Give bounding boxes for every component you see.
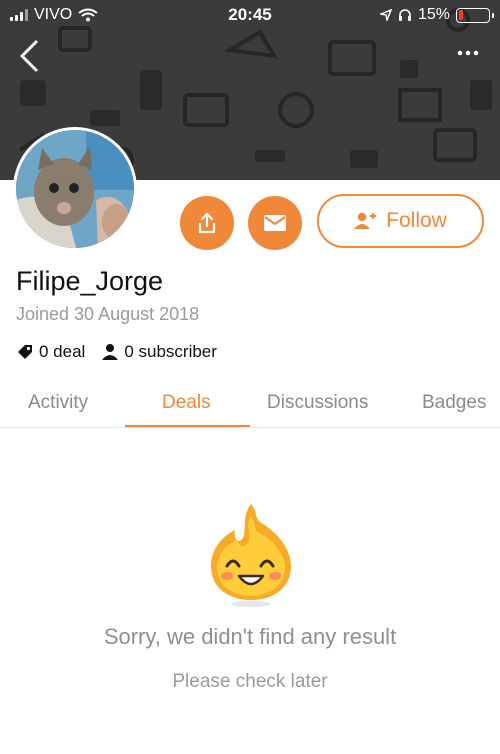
battery-icon — [456, 7, 494, 23]
headphones-icon — [398, 9, 411, 21]
profile-screen: VIVO 20:45 15% Follow Filipe_Jorge Joine… — [0, 0, 500, 754]
battery-fill — [458, 10, 464, 20]
status-right: 15% — [379, 6, 494, 24]
subscriber-stat: 0 subscriber — [101, 342, 217, 362]
profile-tabs: Activity Deals Discussions Badges — [0, 384, 500, 428]
person-icon — [102, 344, 119, 360]
follow-button[interactable]: Follow — [317, 194, 484, 248]
empty-state-title: Sorry, we didn't find any result — [103, 624, 397, 649]
username: Filipe_Jorge — [16, 266, 164, 296]
location-icon — [379, 9, 392, 21]
status-bar: VIVO 20:45 15% — [0, 0, 500, 30]
deal-stat: 0 deal — [16, 342, 85, 362]
tab-discussions[interactable]: Discussions — [267, 392, 368, 414]
add-person-icon — [354, 212, 377, 229]
battery-percent: 15% — [417, 6, 450, 23]
avatar-image — [16, 130, 134, 248]
empty-state-subtitle: Please check later — [172, 671, 328, 692]
tab-deals[interactable]: Deals — [162, 392, 211, 414]
envelope-icon — [264, 215, 286, 231]
tab-badges[interactable]: Badges — [422, 392, 486, 414]
back-button[interactable] — [14, 38, 46, 74]
tab-activity[interactable]: Activity — [28, 392, 88, 414]
more-options-button[interactable] — [454, 44, 482, 62]
deal-count: 0 deal — [39, 342, 86, 361]
share-button[interactable] — [180, 196, 234, 250]
tag-icon — [18, 345, 32, 359]
share-icon — [198, 212, 216, 234]
profile-stats: 0 deal 0 subscriber — [16, 342, 217, 362]
subscriber-count: 0 subscriber — [124, 342, 217, 361]
follow-label: Follow — [386, 209, 447, 232]
avatar[interactable] — [13, 127, 137, 251]
flame-mascot-icon — [211, 504, 291, 607]
joined-date: Joined 30 August 2018 — [16, 304, 200, 324]
active-tab-indicator — [125, 425, 250, 427]
message-button[interactable] — [248, 196, 302, 250]
